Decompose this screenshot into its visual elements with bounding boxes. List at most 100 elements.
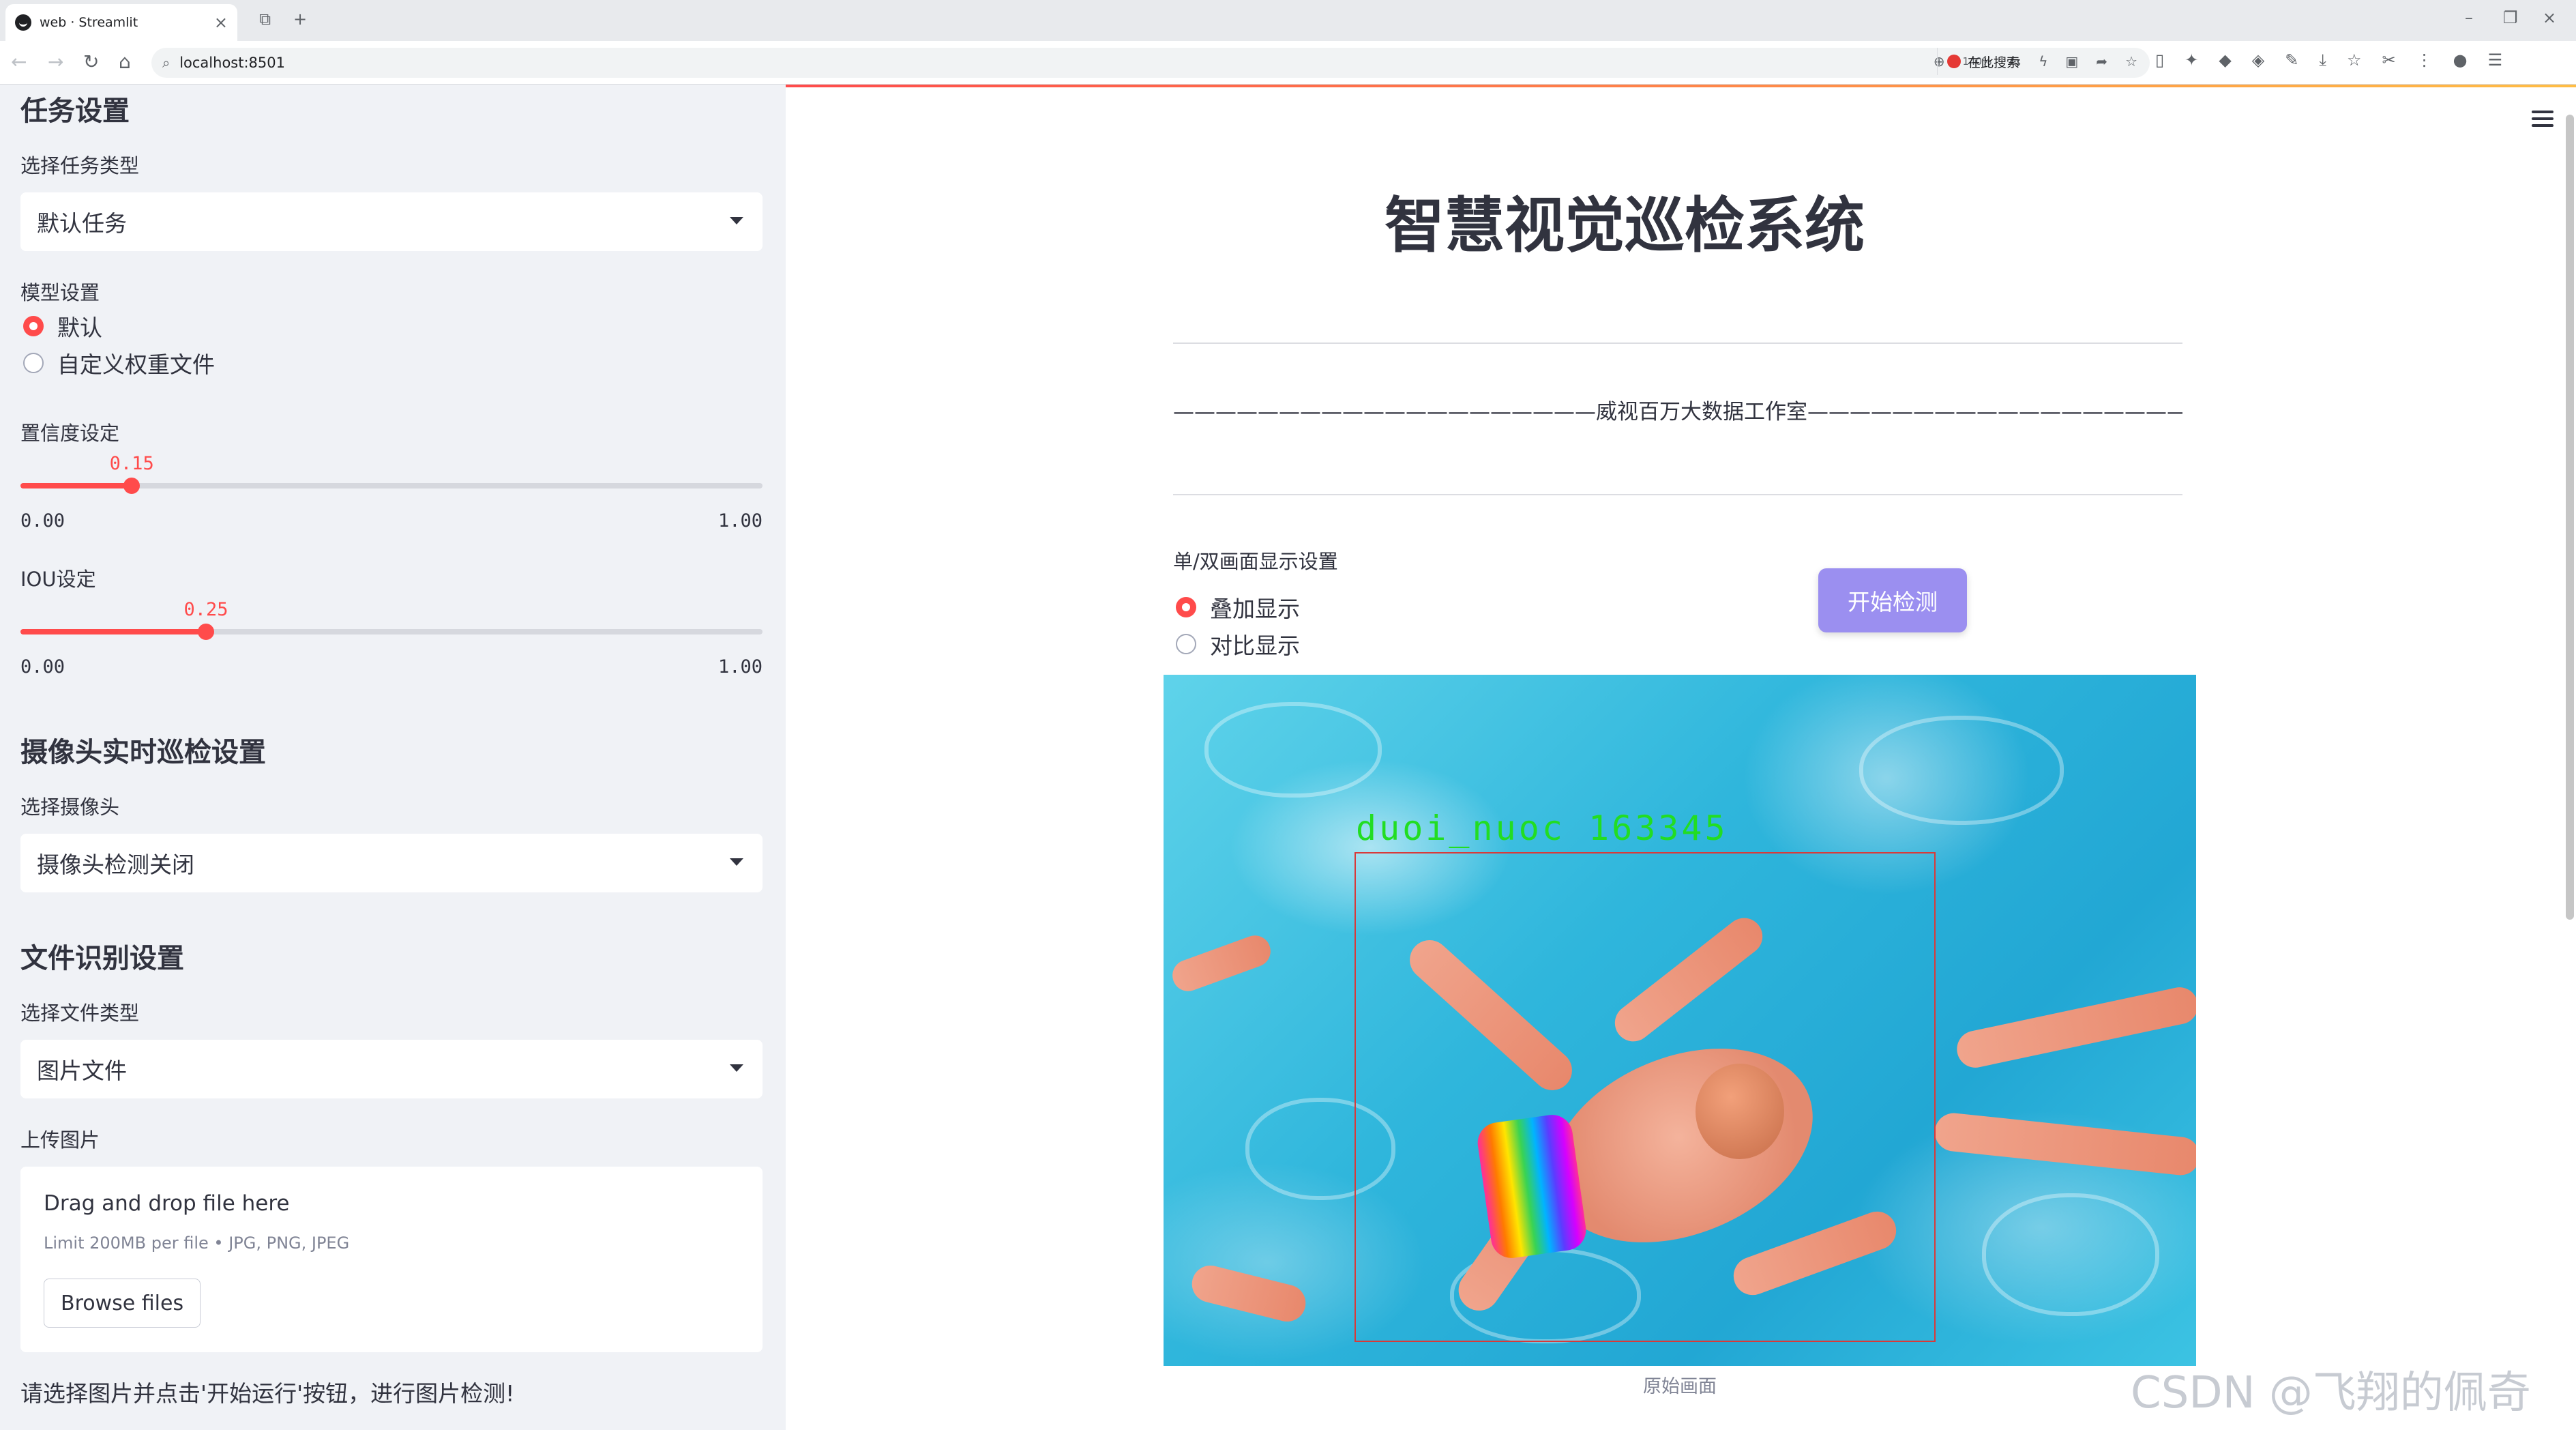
home-icon[interactable]: ⌂ — [119, 50, 131, 73]
slider-thumb[interactable] — [198, 624, 214, 640]
sidebar-footer-note: 请选择图片并点击'开始运行'按钮，进行图片检测! — [20, 1380, 515, 1407]
tab-group-icon[interactable]: ⧉ — [259, 10, 271, 29]
detection-image: duoi_nuoc 163345 — [1164, 675, 2196, 1366]
forward-icon[interactable]: → — [48, 50, 63, 73]
file-type-select[interactable]: 图片文件 — [20, 1040, 763, 1098]
file-type-value: 图片文件 — [37, 1057, 127, 1084]
slider-max: 1.00 — [717, 656, 763, 677]
streamlit-favicon-icon — [15, 14, 31, 31]
camera-select[interactable]: 摄像头检测关闭 — [20, 834, 763, 892]
main-content: 智慧视觉巡检系统 ————————————————————威视百万大数据工作室—… — [786, 85, 2576, 1430]
radio-selected-icon — [1176, 597, 1196, 617]
model-option-label: 自定义权重文件 — [57, 351, 215, 378]
file-settings-header: 文件识别设置 — [20, 943, 184, 974]
dropzone-limit: Limit 200MB per file • JPG, PNG, JPEG — [44, 1234, 350, 1253]
upload-label: 上传图片 — [20, 1128, 100, 1152]
ai-assistant-icon[interactable]: ✦ — [2185, 50, 2198, 70]
studio-banner: ————————————————————威视百万大数据工作室——————————… — [1173, 400, 2182, 424]
detection-bounding-box — [1354, 852, 1936, 1342]
task-type-label: 选择任务类型 — [20, 154, 140, 177]
camera-label: 选择摄像头 — [20, 796, 120, 819]
browser-search-box[interactable]: 在此搜索 — [1937, 48, 2142, 75]
model-radio-custom[interactable]: 自定义权重文件 — [23, 347, 215, 379]
minimize-icon[interactable]: – — [2465, 8, 2473, 27]
display-radio-overlay[interactable]: 叠加显示 — [1176, 591, 1300, 624]
csdn-watermark: CSDN @飞翔的佩奇 — [2131, 1368, 2531, 1418]
radio-unselected-icon — [23, 353, 44, 373]
window-close-icon[interactable]: × — [2543, 8, 2556, 27]
phone-icon[interactable]: ▯ — [2155, 50, 2164, 70]
sidebar: 任务设置 选择任务类型 默认任务 模型设置 默认 自定义权重文件 置信度设定 0… — [0, 85, 786, 1430]
browser-tabbar: web · Streamlit × ⧉ + – ❐ × — [0, 0, 2576, 41]
model-settings-label: 模型设置 — [20, 281, 100, 304]
slider-thumb[interactable] — [123, 478, 140, 494]
slider-fill — [20, 629, 206, 634]
extension-icon[interactable]: ◆ — [2219, 50, 2231, 70]
page-title: 智慧视觉巡检系统 — [1384, 190, 1865, 261]
new-tab-icon[interactable]: + — [293, 10, 307, 29]
favorites-icon[interactable]: ☆ — [2347, 50, 2362, 70]
right-arm-top — [1953, 984, 2196, 1071]
model-radio-default[interactable]: 默认 — [23, 310, 102, 342]
confidence-range: 0.00 1.00 — [20, 510, 763, 531]
chevron-down-icon — [730, 858, 743, 866]
slider-min: 0.00 — [20, 656, 65, 677]
browser-tab[interactable]: web · Streamlit × — [5, 4, 237, 41]
restore-icon[interactable]: ❐ — [2503, 8, 2518, 27]
display-mode-label: 单/双画面显示设置 — [1173, 550, 1338, 573]
dropzone-title: Drag and drop file here — [44, 1191, 290, 1216]
slider-value: 0.15 — [109, 453, 154, 474]
pen-icon[interactable]: ✎ — [2285, 50, 2298, 70]
left-hand — [1168, 931, 1275, 996]
iou-range: 0.00 1.00 — [20, 656, 763, 677]
slider-min: 0.00 — [20, 510, 65, 531]
file-type-label: 选择文件类型 — [20, 1002, 140, 1025]
scrollbar[interactable] — [2566, 115, 2574, 920]
search-icon: ⌕ — [162, 55, 171, 71]
divider — [1173, 494, 2182, 495]
camera-value: 摄像头检测关闭 — [37, 851, 194, 878]
iou-label: IOU设定 — [20, 568, 96, 591]
tab-close-icon[interactable]: × — [214, 13, 228, 32]
image-caption: 原始画面 — [1643, 1376, 1717, 1397]
scissors-icon[interactable]: ✂ — [2382, 50, 2396, 70]
tab-title: web · Streamlit — [40, 15, 138, 30]
browse-files-button[interactable]: Browse files — [44, 1279, 201, 1328]
search-engine-icon — [1947, 55, 1961, 68]
confidence-slider[interactable]: 0.15 — [20, 453, 763, 508]
search-placeholder: 在此搜索 — [1968, 55, 2020, 70]
decoration-bar — [786, 85, 2576, 87]
slider-max: 1.00 — [717, 510, 763, 531]
chevron-down-icon — [730, 217, 743, 224]
camera-settings-header: 摄像头实时巡检设置 — [20, 737, 266, 768]
start-detection-button[interactable]: 开始检测 — [1818, 568, 1967, 632]
task-type-select[interactable]: 默认任务 — [20, 192, 763, 251]
divider — [1173, 342, 2182, 344]
extension-icons: ▯ ✦ ◆ ◈ ✎ ⤓ ☆ ✂ ⋮ ● ☰ — [2155, 50, 2502, 70]
menu-icon[interactable]: ☰ — [2488, 50, 2503, 70]
file-dropzone[interactable]: Drag and drop file here Limit 200MB per … — [20, 1167, 763, 1352]
bottom-left-hand — [1187, 1261, 1310, 1326]
model-option-label: 默认 — [57, 315, 102, 341]
radio-selected-icon — [23, 316, 44, 336]
task-settings-header: 任务设置 — [20, 96, 130, 127]
detection-label: duoi_nuoc 163345 — [1356, 808, 1728, 848]
slider-fill — [20, 483, 132, 488]
more-vertical-icon[interactable]: ⋮ — [2416, 50, 2433, 70]
chevron-down-icon — [730, 1064, 743, 1072]
avatar[interactable]: ● — [2453, 50, 2468, 70]
display-radio-compare[interactable]: 对比显示 — [1176, 628, 1300, 660]
display-option-label: 叠加显示 — [1210, 596, 1300, 622]
iou-slider[interactable]: 0.25 — [20, 599, 763, 654]
url-text: localhost:8501 — [179, 55, 285, 71]
hamburger-menu-icon[interactable] — [2532, 111, 2553, 127]
right-arm-bottom — [1933, 1111, 2196, 1178]
reload-icon[interactable]: ↻ — [83, 50, 99, 73]
back-icon[interactable]: ← — [11, 50, 27, 73]
address-bar[interactable]: ⌕ localhost:8501 ⊕ 140% ⇆ ϟ ▣ ➦ ☆ — [151, 48, 2150, 78]
translate-ext-icon[interactable]: ◈ — [2252, 50, 2264, 70]
task-type-value: 默认任务 — [37, 210, 127, 237]
download-icon[interactable]: ⤓ — [2319, 50, 2326, 70]
slider-value: 0.25 — [183, 599, 228, 620]
confidence-label: 置信度设定 — [20, 422, 120, 445]
